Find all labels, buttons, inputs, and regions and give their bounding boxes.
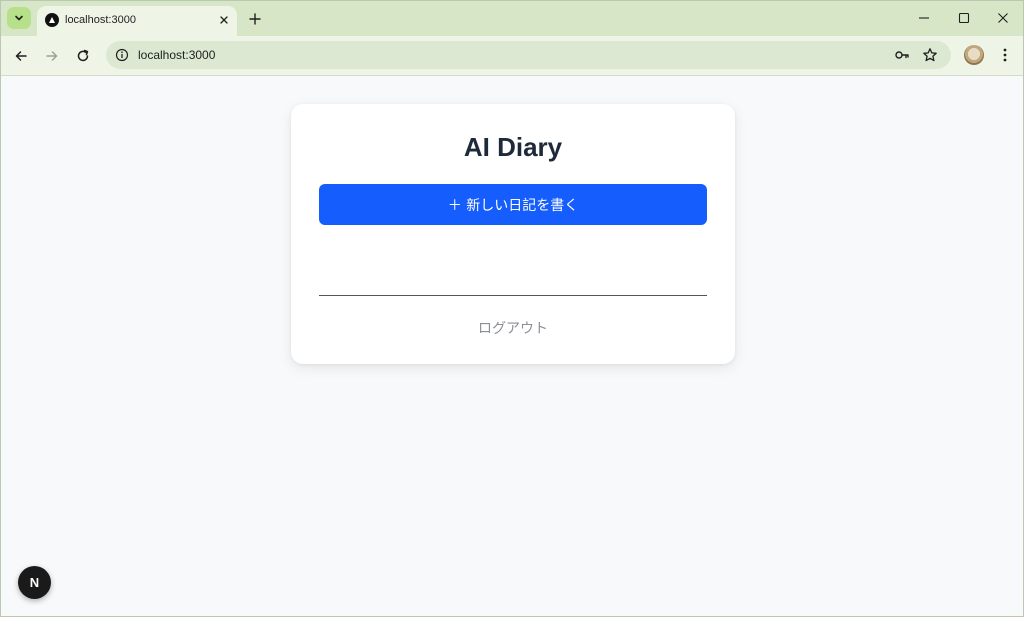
- vercel-triangle-icon: [45, 13, 59, 27]
- profile-avatar[interactable]: [964, 45, 984, 65]
- diary-card: AI Diary ＋ 新しい日記を書く ログアウト: [291, 104, 735, 364]
- site-info-button[interactable]: [113, 46, 131, 64]
- page-content: AI Diary ＋ 新しい日記を書く ログアウト N: [1, 76, 1023, 616]
- new-entry-button[interactable]: ＋ 新しい日記を書く: [319, 184, 707, 225]
- page-title: AI Diary: [463, 132, 563, 162]
- minimize-icon: [919, 17, 929, 19]
- reload-button[interactable]: [71, 44, 95, 68]
- nextjs-dev-tools-button[interactable]: N: [18, 566, 51, 599]
- url-text[interactable]: localhost:3000: [138, 48, 215, 62]
- key-icon: [895, 51, 909, 59]
- nextjs-logo-icon: N: [29, 575, 40, 590]
- plus-icon: [249, 13, 261, 25]
- tab-active[interactable]: localhost:3000: [37, 6, 237, 36]
- kebab-menu-icon: [1003, 48, 1007, 62]
- close-icon: [220, 16, 228, 24]
- password-button[interactable]: [893, 46, 911, 64]
- forward-arrow-icon: [46, 51, 58, 61]
- back-button[interactable]: [9, 44, 33, 68]
- maximize-icon: [958, 12, 970, 24]
- browser-toolbar: localhost:3000: [1, 36, 1023, 76]
- tab-search-button[interactable]: [7, 7, 31, 29]
- new-tab-button[interactable]: [245, 9, 265, 29]
- close-window-button[interactable]: [988, 7, 1018, 29]
- browser-window: localhost:3000 localhost:3000 AI Diary ＋…: [0, 0, 1024, 617]
- browser-menu-button[interactable]: [995, 45, 1015, 65]
- close-icon: [998, 13, 1008, 23]
- star-icon: [923, 48, 937, 62]
- back-arrow-icon: [15, 51, 27, 61]
- divider: [319, 295, 707, 296]
- tab-close-button[interactable]: [217, 13, 231, 27]
- bookmark-button[interactable]: [921, 46, 939, 64]
- reload-icon: [77, 49, 89, 62]
- info-icon: [115, 48, 129, 62]
- tab-strip: localhost:3000: [1, 1, 1023, 36]
- forward-button[interactable]: [40, 44, 64, 68]
- address-bar[interactable]: localhost:3000: [106, 41, 951, 69]
- minimize-button[interactable]: [909, 7, 939, 29]
- maximize-button[interactable]: [949, 7, 979, 29]
- chevron-down-icon: [15, 15, 23, 21]
- tab-title: localhost:3000: [65, 14, 136, 26]
- logout-button[interactable]: ログアウト: [291, 318, 735, 338]
